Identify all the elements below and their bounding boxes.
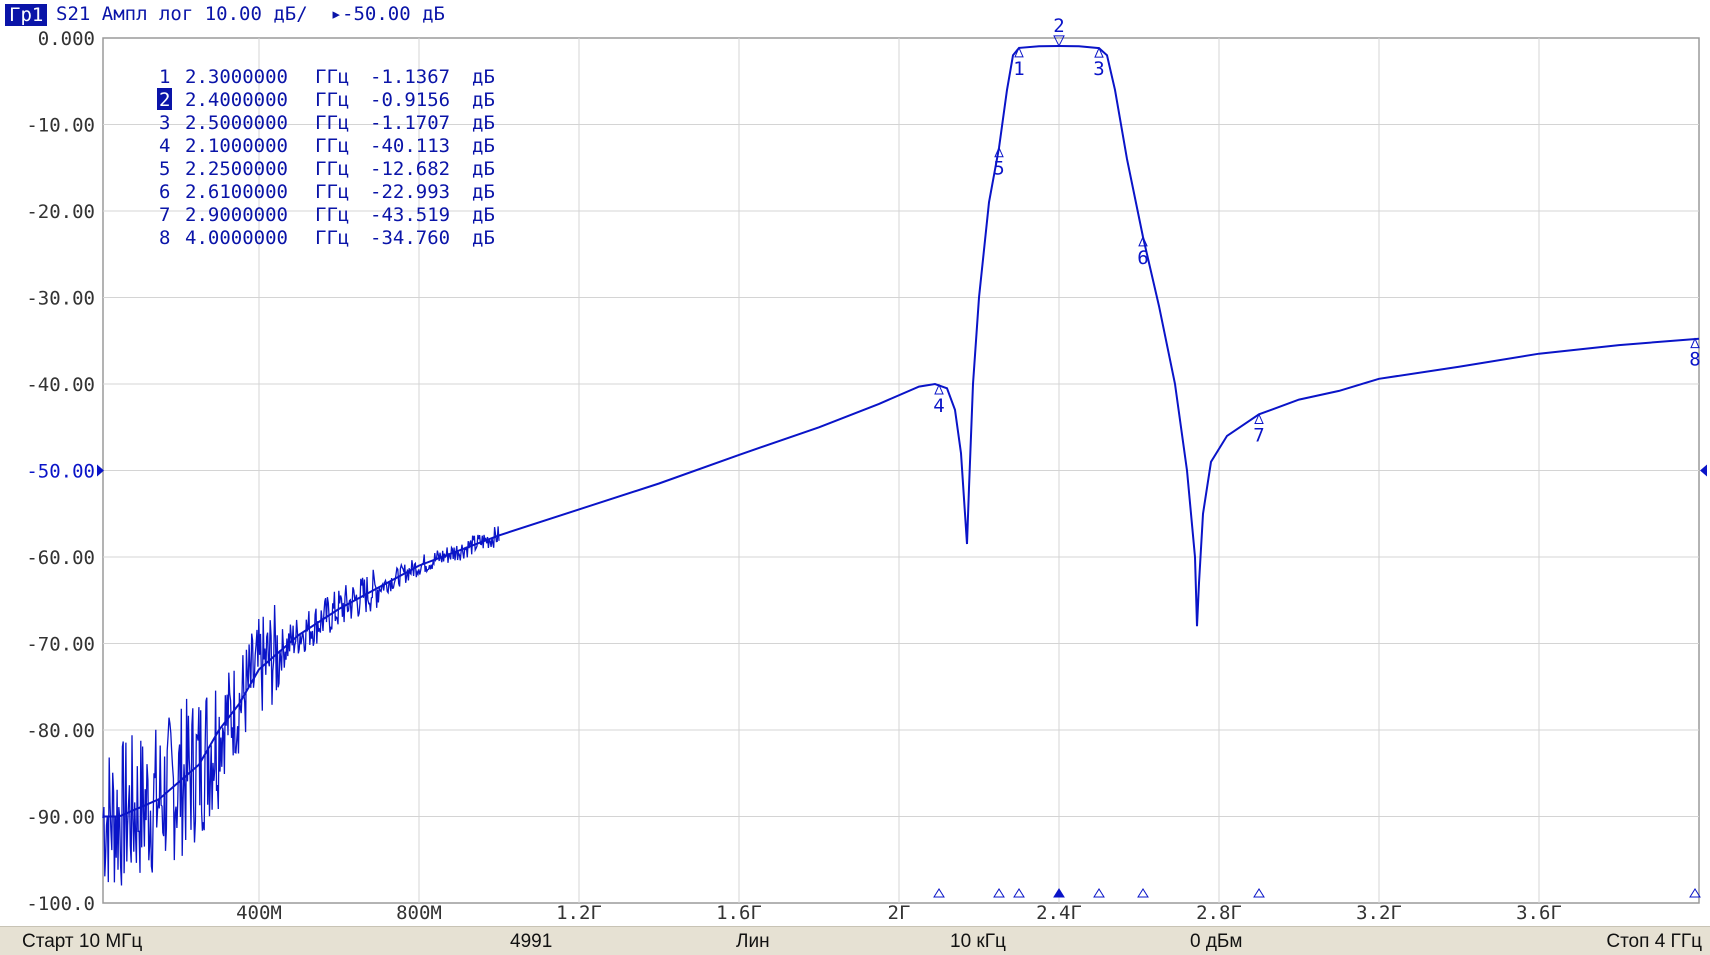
x-tick-label: 1.2Г — [556, 902, 602, 924]
marker-1-label: 1 — [1013, 58, 1024, 80]
sweep-type[interactable]: Лин — [736, 930, 770, 954]
x-axis-ticks: 400М 800М 1.2Г 1.6Г 2Г 2.4Г 2.8Г 3.2Г 3.6Г — [236, 902, 1562, 924]
readout-db: дБ — [472, 158, 495, 180]
readout-marker-id: 4 — [159, 135, 170, 157]
y-tick-label: -20.00 — [26, 201, 95, 223]
readout-frequency: 2.1000000 — [185, 135, 288, 157]
readout-unit: ГГц — [315, 66, 349, 88]
readout-unit: ГГц — [315, 135, 349, 157]
readout-frequency: 2.5000000 — [185, 112, 288, 134]
readout-value: -22.993 — [370, 181, 450, 203]
y-tick-label: -10.00 — [26, 115, 95, 137]
readout-value: -1.1367 — [370, 66, 450, 88]
readout-value: -40.113 — [370, 135, 450, 157]
points-count[interactable]: 4991 — [510, 930, 552, 954]
readout-marker-id: 1 — [159, 66, 170, 88]
y-tick-label: -40.00 — [26, 374, 95, 396]
marker-4-label: 4 — [933, 395, 944, 417]
x-tick-label: 2.8Г — [1196, 902, 1242, 924]
readout-db: дБ — [472, 204, 495, 226]
x-tick-label: 3.6Г — [1516, 902, 1562, 924]
y-tick-label: 0.000 — [38, 28, 95, 50]
readout-marker-id: 8 — [159, 227, 170, 249]
y-tick-label: -70.00 — [26, 634, 95, 656]
stop-frequency[interactable]: Стоп 4 ГГц — [1606, 930, 1702, 954]
readout-marker-id: 3 — [159, 112, 170, 134]
readout-value: -0.9156 — [370, 89, 450, 111]
readout-unit: ГГц — [315, 227, 349, 249]
x-tick-label: 3.2Г — [1356, 902, 1402, 924]
readout-marker-id: 5 — [159, 158, 170, 180]
readout-frequency: 2.6100000 — [185, 181, 288, 203]
readout-db: дБ — [472, 89, 495, 111]
marker-2-label: 2 — [1053, 15, 1064, 37]
s21-chart[interactable]: 0.000 -10.00 -20.00 -30.00 -40.00 -50.00 -60.0… — [0, 0, 1710, 926]
readout-unit: ГГц — [315, 89, 349, 111]
marker-6-label: 6 — [1137, 247, 1148, 269]
readout-unit: ГГц — [315, 204, 349, 226]
readout-marker-id: 6 — [159, 181, 170, 203]
readout-frequency: 4.0000000 — [185, 227, 288, 249]
y-tick-label: -100.0 — [26, 893, 95, 915]
y-tick-label: -30.00 — [26, 288, 95, 310]
readout-db: дБ — [472, 181, 495, 203]
if-bandwidth[interactable]: 10 кГц — [950, 930, 1006, 954]
readout-unit: ГГц — [315, 158, 349, 180]
marker-7-label: 7 — [1253, 424, 1264, 446]
start-frequency[interactable]: Старт 10 МГц — [22, 930, 142, 954]
readout-value: -12.682 — [370, 158, 450, 180]
y-tick-label: -80.00 — [26, 720, 95, 742]
readout-unit: ГГц — [315, 181, 349, 203]
readout-frequency: 2.4000000 — [185, 89, 288, 111]
y-tick-label: -90.00 — [26, 807, 95, 829]
y-axis-ticks: 0.000 -10.00 -20.00 -30.00 -40.00 -50.00 -60.0… — [26, 28, 95, 915]
power-level[interactable]: 0 дБм — [1190, 930, 1242, 954]
status-bar: Старт 10 МГц 4991 Лин 10 кГц 0 дБм Стоп … — [0, 926, 1710, 955]
x-tick-label: 1.6Г — [716, 902, 762, 924]
readout-unit: ГГц — [315, 112, 349, 134]
marker-3-label: 3 — [1093, 58, 1104, 80]
readout-marker-id: 2 — [159, 89, 170, 111]
readout-frequency: 2.3000000 — [185, 66, 288, 88]
readout-db: дБ — [472, 66, 495, 88]
readout-value: -43.519 — [370, 204, 450, 226]
readout-value: -34.760 — [370, 227, 450, 249]
y-tick-label: -60.00 — [26, 547, 95, 569]
x-tick-label: 2Г — [888, 902, 911, 924]
readout-frequency: 2.9000000 — [185, 204, 288, 226]
x-tick-label: 800М — [396, 902, 442, 924]
readout-value: -1.1707 — [370, 112, 450, 134]
x-tick-label: 400М — [236, 902, 282, 924]
readout-db: дБ — [472, 227, 495, 249]
readout-frequency: 2.2500000 — [185, 158, 288, 180]
readout-db: дБ — [472, 135, 495, 157]
readout-marker-id: 7 — [159, 204, 170, 226]
y-tick-label: -50.00 — [26, 461, 95, 483]
readout-db: дБ — [472, 112, 495, 134]
marker-5-label: 5 — [993, 158, 1004, 180]
x-tick-label: 2.4Г — [1036, 902, 1082, 924]
ref-arrow-right-icon — [1700, 464, 1707, 477]
marker-8-label: 8 — [1689, 349, 1700, 371]
marker-readout-table: 1 2.3000000 ГГц -1.1367 дБ 2 2.4000000 ГГц -0.91… — [157, 66, 495, 249]
